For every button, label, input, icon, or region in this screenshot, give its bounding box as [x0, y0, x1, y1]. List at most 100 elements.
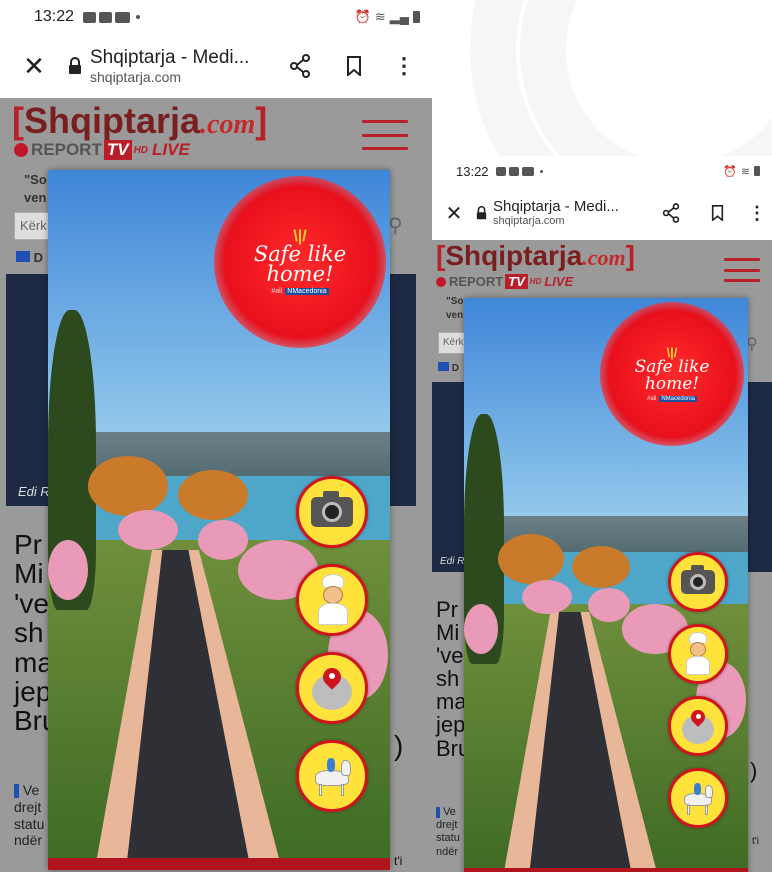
website-content: [Shqiptarja.com] REPORT TV HD LIVE "So v… — [432, 240, 772, 872]
more-notifications-icon — [136, 15, 141, 19]
share-button[interactable] — [654, 186, 688, 240]
news-image[interactable] — [432, 382, 464, 572]
menu-button[interactable]: ⋮ — [386, 34, 422, 98]
page-domain: shqiptarja.com — [493, 215, 565, 228]
wifi-icon: ≋ — [740, 165, 750, 178]
ad-blossom — [522, 580, 572, 614]
news-snippet: "So — [446, 296, 464, 307]
signal-icon: ▂▄ — [389, 9, 409, 24]
headline-edge: ) — [394, 730, 404, 761]
bookmark-icon — [347, 56, 361, 76]
ad-slogan: Safe like home! — [253, 241, 347, 286]
ad-tree — [178, 470, 248, 520]
body-edge: t'i — [752, 836, 759, 847]
battery-icon — [413, 11, 420, 23]
website-content: [Shqiptarja.com] REPORT TV HD LIVE "So v… — [0, 98, 432, 872]
page-title: Shqiptarja - Medi... — [90, 47, 250, 69]
notification-icon — [99, 11, 113, 23]
ad-bottom-strip — [464, 868, 748, 872]
status-bar: 13:22 ⏰ ≋ — [432, 156, 772, 186]
status-time: 13:22 — [456, 163, 489, 179]
bookmark-button[interactable] — [702, 186, 732, 240]
horse-riding-button[interactable] — [296, 740, 368, 812]
ad-blossom — [48, 540, 88, 600]
chef-button[interactable] — [296, 564, 368, 636]
ad-blossom — [198, 520, 248, 560]
notification-icon — [83, 11, 97, 23]
article-summary: Ve drejt statu ndër — [436, 806, 460, 858]
lock-icon — [68, 57, 82, 75]
camera-button[interactable] — [668, 552, 728, 612]
chef-button[interactable] — [668, 624, 728, 684]
lock-icon — [476, 206, 487, 220]
ad-overlay[interactable]: \|/ Safe like home! #all NMacedonia — [48, 170, 390, 870]
battery-icon — [754, 166, 760, 176]
notification-icon — [508, 166, 519, 176]
more-notifications-icon — [539, 169, 543, 173]
news-image[interactable] — [6, 274, 48, 506]
page-domain: shqiptarja.com — [90, 68, 182, 85]
ad-bottom-strip — [48, 858, 390, 870]
image-caption: Edi R — [440, 556, 465, 567]
news-snippet: ven — [446, 310, 464, 321]
location-button[interactable] — [668, 696, 728, 756]
ad-blossom — [118, 510, 178, 550]
horse-riding-button[interactable] — [668, 768, 728, 828]
close-tab-button[interactable]: ✕ — [0, 34, 68, 98]
notification-icon — [521, 166, 534, 176]
screenshot-comparison: 13:22 ⏰ ≋ ▂▄ ✕ Shqiptarja - Medi... shqi… — [0, 0, 772, 872]
close-tab-button[interactable]: ✕ — [432, 186, 476, 240]
map-pin-icon — [310, 664, 354, 710]
browser-toolbar: ✕ Shqiptarja - Medi... shqiptarja.com ⋮ — [0, 34, 432, 98]
headline-edge: ) — [750, 758, 758, 783]
report-tv-live-banner[interactable]: REPORT TV HD LIVE — [14, 140, 190, 160]
live-dot-icon — [14, 143, 28, 157]
phone-screenshot-small: 13:22 ⏰ ≋ ✕ Shqiptarja - Medi... shqipta… — [432, 156, 772, 872]
wifi-icon: ≋ — [374, 9, 386, 24]
bookmark-icon — [711, 205, 723, 221]
location-button[interactable] — [296, 652, 368, 724]
phone-screenshot-large: 13:22 ⏰ ≋ ▂▄ ✕ Shqiptarja - Medi... shqi… — [0, 0, 432, 872]
ad-blossom — [588, 588, 630, 622]
system-icons: ⏰ ≋ — [723, 165, 760, 178]
site-menu-button[interactable] — [362, 120, 408, 150]
safe-like-home-badge[interactable]: \|/ Safe like home! #all NMacedonia — [214, 176, 386, 348]
report-tv-live-banner[interactable]: REPORT TV HD LIVE — [436, 274, 573, 289]
ad-tree — [88, 456, 168, 516]
ad-overlay[interactable]: \|/ Safe like home! #all NMacedonia — [464, 298, 748, 872]
ad-hashtag: #all NMacedonia — [271, 288, 329, 296]
url-display[interactable]: Shqiptarja - Medi... shqiptarja.com — [493, 198, 619, 228]
live-dot-icon — [436, 276, 446, 287]
search-input[interactable]: Kërk — [438, 332, 466, 354]
news-image[interactable] — [390, 274, 416, 506]
horse-rider-icon — [679, 780, 717, 816]
url-display[interactable]: Shqiptarja - Medi... shqiptarja.com — [90, 47, 249, 85]
search-icon[interactable]: ⚲ — [388, 213, 403, 238]
share-button[interactable] — [280, 34, 320, 98]
browser-toolbar: ✕ Shqiptarja - Medi... shqiptarja.com ⋮ — [432, 186, 772, 240]
site-menu-button[interactable] — [724, 258, 760, 282]
page-title: Shqiptarja - Medi... — [493, 198, 619, 216]
horse-rider-icon — [309, 754, 355, 798]
ad-tree — [572, 546, 630, 588]
camera-button[interactable] — [296, 476, 368, 548]
bookmark-button[interactable] — [334, 34, 374, 98]
ad-tree — [498, 534, 564, 584]
chef-icon — [681, 632, 715, 676]
ad-slogan: Safe like home! — [634, 357, 710, 394]
news-image[interactable] — [746, 382, 772, 572]
chef-icon — [312, 574, 352, 626]
site-logo[interactable]: [Shqiptarja.com] — [12, 100, 267, 142]
system-icons: ⏰ ≋ ▂▄ — [355, 9, 420, 25]
share-icon — [290, 54, 310, 78]
menu-button[interactable]: ⋮ — [744, 186, 770, 240]
site-logo[interactable]: [Shqiptarja.com] — [436, 240, 635, 272]
status-time: 13:22 — [34, 8, 75, 25]
news-snippet: ven — [24, 190, 47, 205]
map-pin-icon — [680, 707, 716, 744]
section-label: D — [16, 250, 43, 265]
camera-icon — [681, 565, 715, 594]
section-label: D — [438, 362, 459, 374]
safe-like-home-badge[interactable]: \|/ Safe like home! #all NMacedonia — [600, 302, 744, 446]
article-summary: Ve drejt statu ndër — [14, 782, 45, 849]
